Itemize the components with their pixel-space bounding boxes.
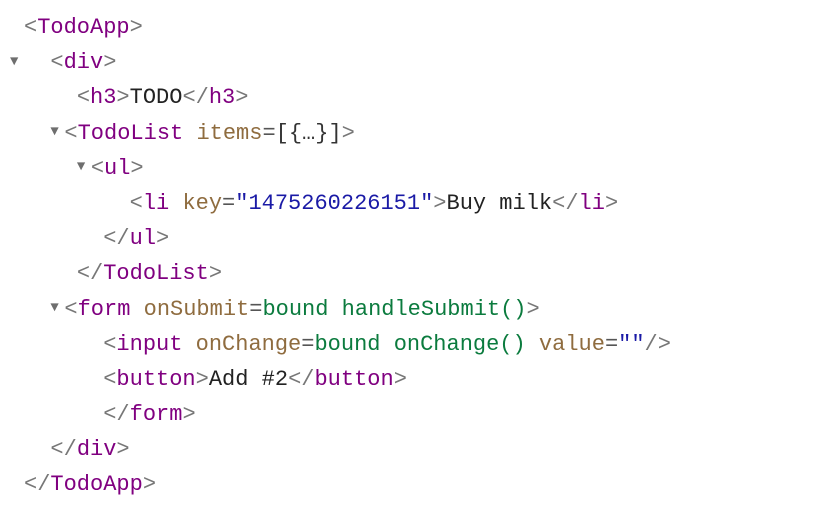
angle-close: > (103, 45, 116, 80)
html-tag: li (143, 186, 169, 221)
angle-close: > (235, 80, 248, 115)
tree-node-todolist-open[interactable]: ▼ < TodoList items = [{…}] > (10, 116, 830, 151)
html-tag: div (77, 432, 117, 467)
tree-node-li[interactable]: < li key = "1475260226151" > Buy milk </… (10, 186, 830, 221)
attr-value-bound: bound (314, 327, 393, 362)
equals: = (605, 327, 618, 362)
angle-close-slash: </ (77, 256, 103, 291)
angle-close: > (433, 186, 446, 221)
attr-value-expr: [{…}] (276, 116, 342, 151)
angle-open: < (64, 116, 77, 151)
angle-close: > (182, 397, 195, 432)
angle-close: > (527, 292, 540, 327)
attr-value-string: "" (618, 327, 644, 362)
angle-open: < (64, 292, 77, 327)
html-tag: h3 (90, 80, 116, 115)
component-tag: TodoApp (37, 10, 129, 45)
angle-open: < (103, 327, 116, 362)
angle-open: < (91, 151, 104, 186)
tree-node-h3[interactable]: < h3 > TODO </ h3 > (10, 80, 830, 115)
angle-close: > (130, 10, 143, 45)
angle-close: > (209, 256, 222, 291)
html-tag: form (78, 292, 131, 327)
angle-close: > (130, 151, 143, 186)
attr-name: key (182, 186, 222, 221)
angle-open: < (77, 80, 90, 115)
html-tag: button (116, 362, 195, 397)
tree-node-input[interactable]: < input onChange = bound onChange() valu… (10, 327, 830, 362)
component-tag: TodoApp (50, 467, 142, 502)
attr-value-func: onChange() (394, 327, 526, 362)
attr-value-string: "1475260226151" (235, 186, 433, 221)
angle-close: > (156, 221, 169, 256)
tree-node-todoapp-open[interactable]: < TodoApp > (10, 10, 830, 45)
chevron-down-icon[interactable]: ▼ (50, 121, 64, 143)
chevron-down-icon[interactable]: ▼ (77, 156, 91, 178)
attr-value-func: handleSubmit() (342, 292, 527, 327)
equals: = (262, 116, 275, 151)
component-tag: TodoList (103, 256, 209, 291)
attr-name: items (196, 116, 262, 151)
tree-node-todolist-close[interactable]: </ TodoList > (10, 256, 830, 291)
html-tag: form (130, 397, 183, 432)
tree-node-form-close[interactable]: </ form > (10, 397, 830, 432)
html-tag: button (314, 362, 393, 397)
tree-node-form-open[interactable]: ▼ < form onSubmit = bound handleSubmit()… (10, 292, 830, 327)
equals: = (301, 327, 314, 362)
angle-open: < (103, 362, 116, 397)
angle-close-slash: </ (24, 467, 50, 502)
angle-close-slash: </ (103, 397, 129, 432)
angle-close: > (116, 80, 129, 115)
html-tag: ul (104, 151, 130, 186)
angle-close-slash: </ (552, 186, 578, 221)
text-content: Add #2 (209, 362, 288, 397)
angle-close: > (196, 362, 209, 397)
component-tag: TodoList (78, 116, 184, 151)
html-tag: input (116, 327, 182, 362)
angle-close-slash: </ (103, 221, 129, 256)
chevron-down-icon[interactable]: ▼ (10, 51, 24, 73)
angle-open: < (50, 45, 63, 80)
angle-close: > (342, 116, 355, 151)
equals: = (222, 186, 235, 221)
angle-close: > (394, 362, 407, 397)
angle-close-slash: </ (182, 80, 208, 115)
angle-close-slash: </ (50, 432, 76, 467)
text-content: Buy milk (447, 186, 553, 221)
attr-name: value (539, 327, 605, 362)
angle-open: < (24, 10, 37, 45)
attr-value-bound: bound (262, 292, 341, 327)
angle-close: > (143, 467, 156, 502)
equals: = (249, 292, 262, 327)
angle-close: > (116, 432, 129, 467)
tree-node-ul-close[interactable]: </ ul > (10, 221, 830, 256)
tree-node-button[interactable]: < button > Add #2 </ button > (10, 362, 830, 397)
html-tag: div (64, 45, 104, 80)
angle-open: < (130, 186, 143, 221)
tree-node-div-open[interactable]: ▼ < div > (10, 45, 830, 80)
tree-node-div-close[interactable]: </ div > (10, 432, 830, 467)
html-tag: li (579, 186, 605, 221)
html-tag: ul (130, 221, 156, 256)
angle-close-slash: </ (288, 362, 314, 397)
attr-name: onSubmit (144, 292, 250, 327)
chevron-down-icon[interactable]: ▼ (50, 297, 64, 319)
attr-name: onChange (196, 327, 302, 362)
devtools-component-tree: < TodoApp > ▼ < div > < h3 > TODO </ h3 … (10, 10, 830, 503)
tree-node-ul-open[interactable]: ▼ < ul > (10, 151, 830, 186)
angle-close: > (605, 186, 618, 221)
text-content: TODO (130, 80, 183, 115)
html-tag: h3 (209, 80, 235, 115)
tree-node-todoapp-close[interactable]: </ TodoApp > (10, 467, 830, 502)
angle-self-close: /> (645, 327, 671, 362)
